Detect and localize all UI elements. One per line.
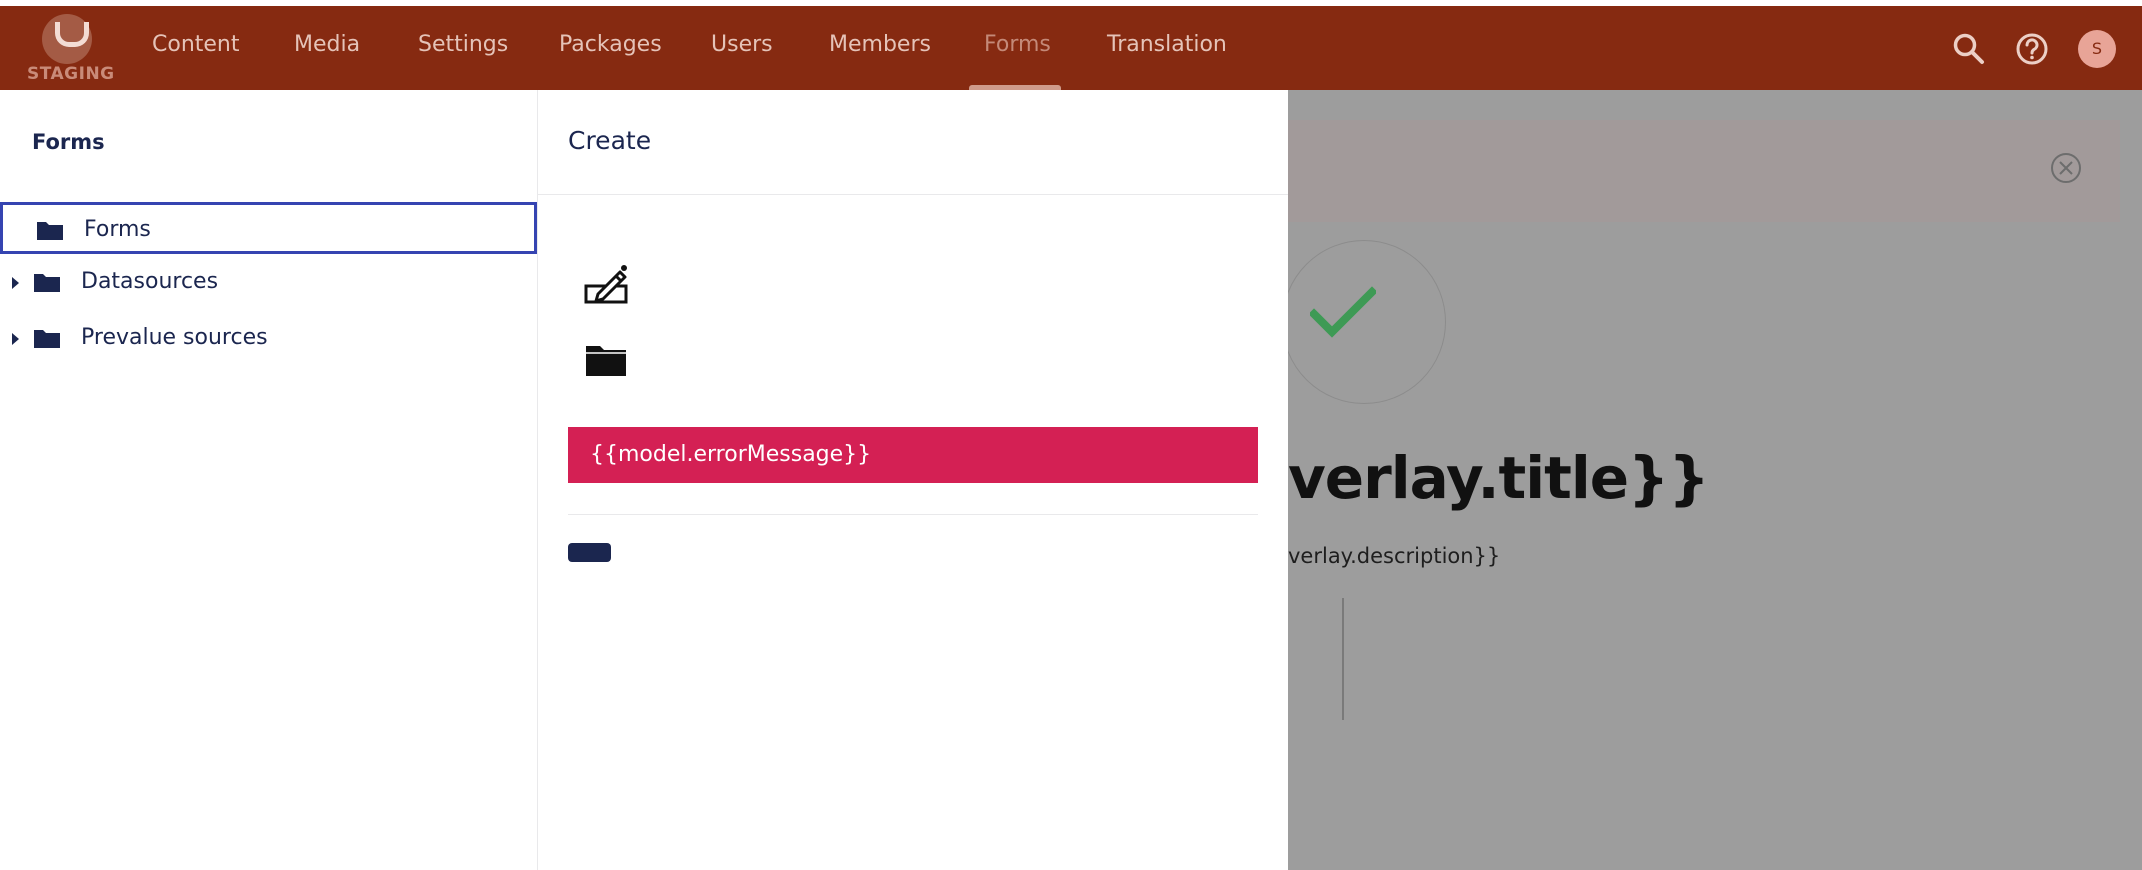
nav-members[interactable]: Members (829, 32, 931, 57)
tree-item-label: Datasources (81, 269, 219, 294)
section-tree: Forms Forms Datasources Prevalue sources (0, 90, 538, 870)
header-divider (538, 194, 1288, 195)
vertical-divider (1342, 598, 1344, 720)
umbraco-logo[interactable] (42, 14, 92, 64)
tree-item-prevalue-sources[interactable]: Prevalue sources (0, 313, 537, 365)
overlay-description: verlay.description}} (1288, 544, 1501, 568)
tree-item-forms[interactable]: Forms (0, 202, 537, 254)
tree-item-datasources[interactable]: Datasources (0, 257, 537, 309)
submit-button[interactable] (568, 543, 611, 562)
nav-packages[interactable]: Packages (559, 32, 662, 57)
footer-divider (568, 514, 1258, 515)
edit-form-icon[interactable] (584, 264, 630, 304)
close-icon[interactable] (2050, 152, 2082, 184)
nav-content[interactable]: Content (152, 32, 240, 57)
nav-media[interactable]: Media (294, 32, 360, 57)
folder-icon[interactable] (584, 342, 628, 378)
error-message: {{model.errorMessage}} (568, 427, 1258, 483)
nav-users[interactable]: Users (711, 32, 773, 57)
environment-label: STAGING (27, 64, 115, 84)
tree-item-label: Forms (84, 217, 151, 242)
nav-settings[interactable]: Settings (418, 32, 508, 57)
create-title: Create (568, 126, 652, 155)
help-icon[interactable] (2014, 31, 2050, 67)
expand-caret-icon[interactable] (12, 277, 19, 289)
tree-title: Forms (32, 130, 105, 154)
top-navigation-bar: STAGING Content Media Settings Packages … (0, 6, 2142, 90)
nav-forms[interactable]: Forms (984, 32, 1051, 57)
search-icon[interactable] (1952, 32, 1986, 66)
nav-translation[interactable]: Translation (1107, 32, 1227, 57)
folder-icon (34, 274, 60, 292)
background-alert-band (1288, 120, 2120, 222)
folder-icon (34, 330, 60, 348)
overlay-title: verlay.title}} (1288, 444, 1710, 512)
folder-icon (37, 222, 63, 240)
background-overlay-content: verlay.title}} verlay.description}} (1288, 90, 2142, 870)
check-icon (1310, 286, 1376, 338)
tree-item-label: Prevalue sources (81, 325, 268, 350)
expand-caret-icon[interactable] (12, 333, 19, 345)
create-dialog: Create {{model.errorMessage}} (538, 90, 1288, 870)
user-avatar[interactable]: S (2078, 30, 2116, 68)
